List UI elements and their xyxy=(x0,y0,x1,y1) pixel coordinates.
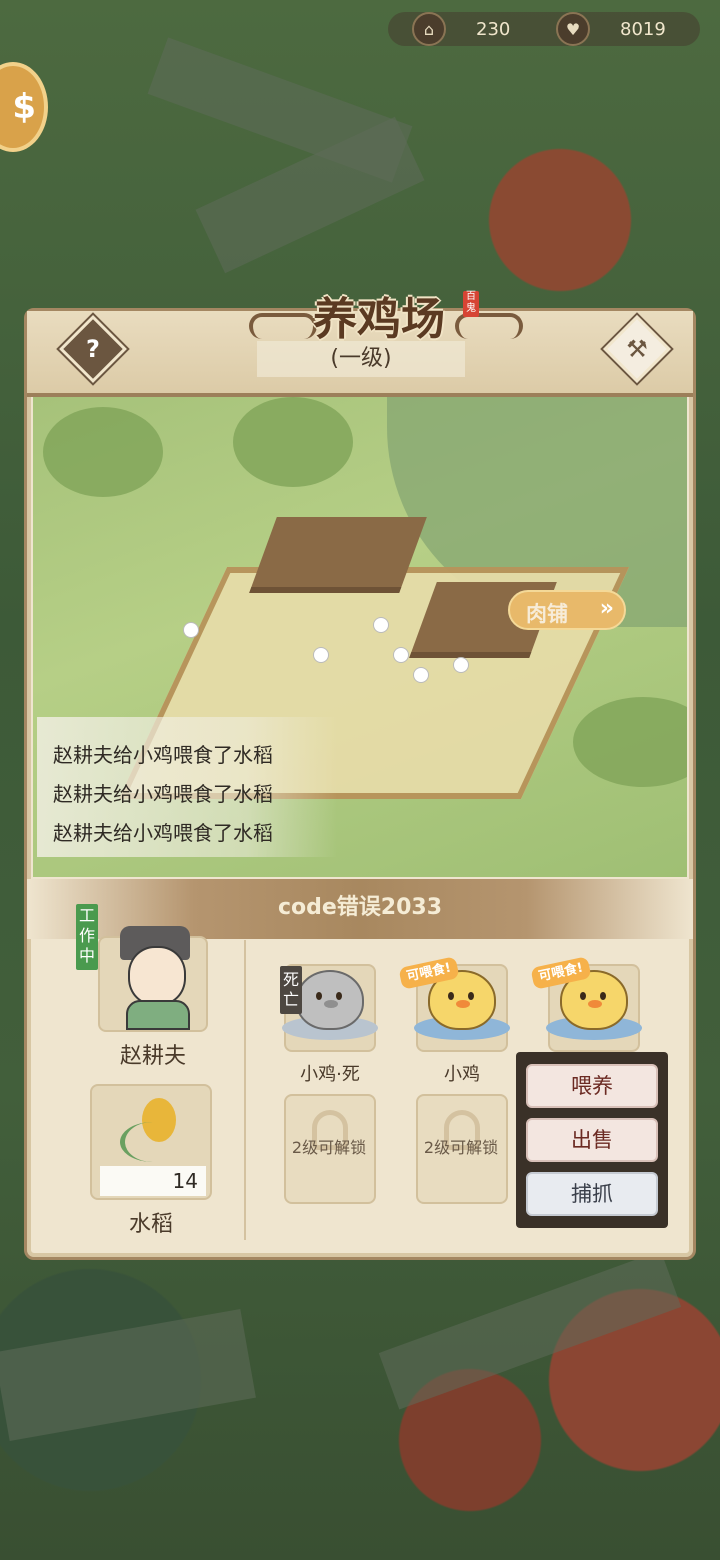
feed-quantity: 14 xyxy=(100,1166,206,1196)
chick-beak xyxy=(324,1000,338,1008)
red-seal-stamp: 百鬼 xyxy=(463,291,479,317)
action-menu: 喂养 出售 捕抓 xyxy=(516,1052,668,1228)
currency-bar: ⌂ 230 ♥ 8019 xyxy=(388,12,700,46)
worker-avatar[interactable] xyxy=(106,920,202,1030)
map-road xyxy=(378,1250,682,1410)
side-menu-icon: $ xyxy=(12,87,36,127)
worker-name: 赵耕夫 xyxy=(119,1044,186,1069)
log-line: 赵耕夫给小鸡喂食了水稻 xyxy=(53,743,273,767)
worker-face xyxy=(128,946,186,1006)
chicken xyxy=(183,622,199,638)
chick-eye xyxy=(316,992,322,1000)
upgrade-button[interactable]: ⚒ xyxy=(603,315,671,383)
activity-log: 赵耕夫给小鸡喂食了水稻 赵耕夫给小鸡喂食了水稻 赵耕夫给小鸡喂食了水稻 xyxy=(37,717,337,857)
farm-scene: 赵耕夫给小鸡喂食了水稻 赵耕夫给小鸡喂食了水稻 赵耕夫给小鸡喂食了水稻 xyxy=(33,397,687,877)
butcher-shop-button[interactable]: 肉铺 » xyxy=(508,590,626,630)
dead-chick-icon xyxy=(296,970,364,1030)
chicken xyxy=(373,617,389,633)
rice-icon xyxy=(116,1092,186,1166)
worker-body xyxy=(126,1000,190,1030)
column-divider xyxy=(244,940,246,1240)
log-line: 赵耕夫给小鸡喂食了水稻 xyxy=(53,821,273,845)
rice-leaf xyxy=(120,1122,185,1162)
dead-status-tag: 死亡 xyxy=(280,966,302,1014)
chick-eye xyxy=(448,992,454,1000)
chicken xyxy=(413,667,429,683)
map-road xyxy=(0,1308,256,1442)
chick-eye xyxy=(336,992,342,1000)
temple-icon: ⌂ xyxy=(412,12,446,46)
chick-beak xyxy=(588,1000,602,1008)
chick-beak xyxy=(456,1000,470,1008)
animal-name: 小鸡 xyxy=(444,1064,480,1085)
coin-value: 230 xyxy=(476,18,511,40)
coop-roof xyxy=(249,517,427,593)
chicken xyxy=(393,647,409,663)
heart-icon: ♥ xyxy=(556,12,590,46)
unlock-requirement: 2级可解锁 xyxy=(423,1138,499,1157)
heart-value: 8019 xyxy=(620,18,666,40)
chick-eye xyxy=(600,992,606,1000)
question-icon: ? xyxy=(86,335,100,363)
section-title: code错误2033 xyxy=(277,895,443,920)
feed-name: 水稻 xyxy=(128,1212,173,1237)
help-button[interactable]: ? xyxy=(59,315,127,383)
heart-counter[interactable]: ♥ 8019 xyxy=(556,12,666,46)
animal-name: 小鸡·死 xyxy=(300,1064,360,1085)
unlock-requirement: 2级可解锁 xyxy=(291,1138,367,1157)
hammer-icon: ⚒ xyxy=(626,335,648,363)
feed-button[interactable]: 喂养 xyxy=(526,1064,658,1108)
tree xyxy=(43,407,163,497)
catch-button[interactable]: 捕抓 xyxy=(526,1172,658,1216)
title-ribbon: 养鸡场 百鬼 xyxy=(249,285,523,353)
sell-button[interactable]: 出售 xyxy=(526,1118,658,1162)
working-status-tag: 工作中 xyxy=(76,904,98,970)
log-line: 赵耕夫给小鸡喂食了水稻 xyxy=(53,782,273,806)
chick-eye xyxy=(468,992,474,1000)
shop-label: 肉铺 xyxy=(526,602,568,626)
tree xyxy=(233,397,353,487)
chicken xyxy=(453,657,469,673)
building-title: 养鸡场 xyxy=(313,294,445,345)
chick-eye xyxy=(580,992,586,1000)
coin-counter[interactable]: ⌂ 230 xyxy=(412,12,510,46)
bush xyxy=(573,697,687,787)
chicken xyxy=(313,647,329,663)
double-arrow-icon: » xyxy=(599,596,614,621)
